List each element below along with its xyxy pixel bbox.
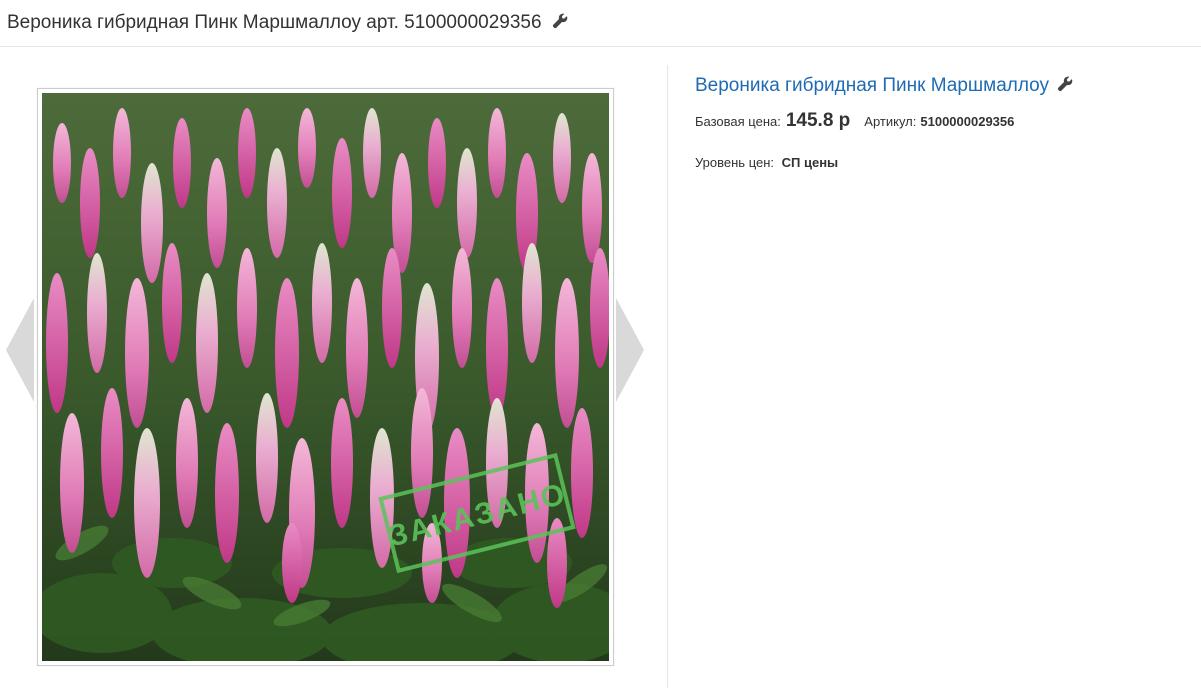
price-level-value: СП цены: [781, 155, 839, 170]
price-level-line: Уровень цен: СП цены: [695, 155, 1195, 170]
base-price-label: Базовая цена:: [695, 114, 781, 129]
image-gallery: ЗАКАЗАНО: [0, 48, 667, 688]
page-title-text: Вероника гибридная Пинк Маршмаллоу арт. …: [7, 12, 542, 33]
price-level-label: Уровень цен:: [695, 155, 775, 170]
product-name-row: Вероника гибридная Пинк Маршмаллоу: [695, 75, 1195, 97]
article-label: Артикул:: [864, 114, 917, 129]
article-value: 5100000029356: [920, 114, 1015, 129]
chevron-right-icon[interactable]: [616, 298, 644, 402]
product-photo-frame: ЗАКАЗАНО: [37, 88, 614, 666]
product-info: Вероника гибридная Пинк Маршмаллоу Базов…: [695, 75, 1195, 170]
product-photo[interactable]: ЗАКАЗАНО: [42, 93, 609, 661]
wrench-icon[interactable]: [1057, 76, 1073, 92]
price-line: Базовая цена: 145.8 р Артикул: 510000002…: [695, 110, 1195, 132]
wrench-icon[interactable]: [552, 13, 568, 29]
product-name-link[interactable]: Вероника гибридная Пинк Маршмаллоу: [695, 75, 1049, 96]
base-price-value: 145.8 р: [785, 110, 851, 131]
page-title: Вероника гибридная Пинк Маршмаллоу арт. …: [7, 12, 568, 34]
page-header: Вероника гибридная Пинк Маршмаллоу арт. …: [0, 0, 1201, 47]
chevron-left-icon[interactable]: [6, 298, 34, 402]
column-divider: [667, 65, 668, 688]
